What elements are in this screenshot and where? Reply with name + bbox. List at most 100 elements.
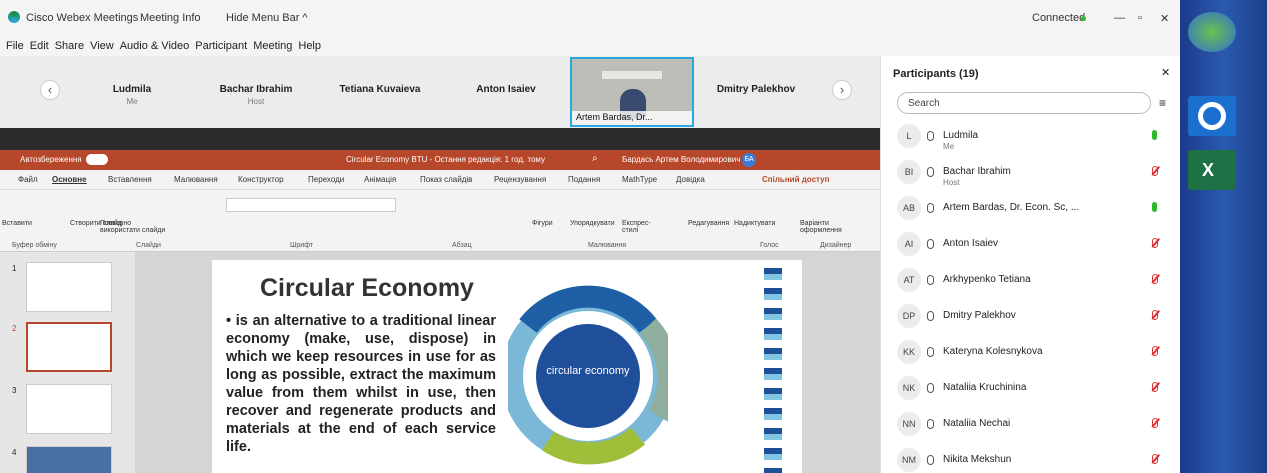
participant-row[interactable]: AT Arkhypenko Tetiana [897,266,1167,302]
tab-draw[interactable]: Малювання [174,175,218,184]
microphone-active-icon[interactable] [1152,130,1157,140]
ppt-title-bar: Автозбереження Circular Economy BTU - Ос… [0,150,880,170]
editing-button[interactable]: Редагування [688,220,729,227]
tab-animations[interactable]: Анімація [364,175,396,184]
ppt-ribbon: Вставити Створити слайд Повторно викорис… [0,190,880,252]
reuse-slides-button[interactable]: Повторно використати слайди [100,220,170,234]
autosave-toggle[interactable] [86,154,108,165]
video-tile-dmitry[interactable]: Dmitry Palekhov [696,84,816,95]
design-ideas-button[interactable]: Варіанти оформлення [800,220,848,234]
participant-row[interactable]: AI Anton Isaiev [897,230,1167,266]
tab-transitions[interactable]: Переходи [308,175,344,184]
sort-icon[interactable]: ≡ [1159,96,1166,110]
autosave-label: Автозбереження [20,155,82,164]
slide-thumbnail-1[interactable] [26,262,112,312]
audio-connected-icon [927,239,934,249]
menu-meeting[interactable]: Meeting [253,36,292,56]
strip-prev-button[interactable]: ‹ [40,80,60,100]
participant-row[interactable]: L Ludmila Me [897,122,1167,158]
shapes-button[interactable]: Фігури [532,220,553,227]
webex-taskbar-icon[interactable] [1188,96,1236,136]
close-panel-button[interactable]: ✕ [1161,66,1170,79]
app-title: Cisco Webex Meetings [26,12,139,24]
avatar: AI [897,232,921,256]
tab-home[interactable]: Основне [52,175,87,184]
participant-row[interactable]: KK Kateryna Kolesnykova [897,338,1167,374]
font-name-select[interactable] [226,198,396,212]
share-button[interactable]: Спільний доступ [762,175,829,184]
video-tile-ludmila[interactable]: Ludmila Me [72,84,192,106]
participant-row[interactable]: NN Nataliia Nechai [897,410,1167,446]
tab-help[interactable]: Довідка [676,175,705,184]
video-tile-bachar[interactable]: Bachar Ibrahim Host [196,84,316,106]
microphone-active-icon[interactable] [1152,202,1157,212]
hide-menu-bar-button[interactable]: Hide Menu Bar ^ [226,12,308,24]
microphone-muted-icon[interactable] [1152,346,1158,356]
participant-name: Bachar Ibrahim [943,166,1011,177]
dictate-button[interactable]: Надиктувати [734,220,775,227]
avatar: L [897,124,921,148]
strip-next-button[interactable]: › [832,80,852,100]
participant-name: Dmitry Palekhov [943,310,1016,321]
tab-slideshow[interactable]: Показ слайдів [420,175,472,184]
active-speaker-video[interactable]: Artem Bardas, Dr... [570,57,694,127]
video-tile-tetiana[interactable]: Tetiana Kuvaieva [320,84,440,95]
diagram-center-label: circular economy [546,365,630,377]
slide-thumbnail-3[interactable] [26,384,112,434]
arrange-button[interactable]: Упорядкувати [570,220,615,227]
tab-mathtype[interactable]: MathType [622,175,657,184]
video-background [602,71,662,79]
excel-taskbar-icon[interactable]: X [1188,150,1236,190]
microphone-muted-icon[interactable] [1152,166,1158,176]
menu-help[interactable]: Help [298,36,321,56]
participant-search-input[interactable]: Search [897,92,1151,114]
group-voice: Голос [760,242,779,249]
quick-styles-button[interactable]: Експрес-стилі [622,220,662,234]
search-placeholder: Search [908,98,940,109]
minimize-button[interactable]: — [1114,12,1125,24]
menu-audio-video[interactable]: Audio & Video [120,36,190,56]
group-paragraph: Абзац [452,242,472,249]
video-tile-anton[interactable]: Anton Isaiev [446,84,566,95]
current-slide[interactable]: Circular Economy • is an alternative to … [212,260,802,473]
participant-row[interactable]: NK Nataliia Kruchinina [897,374,1167,410]
tab-design[interactable]: Конструктор [238,175,284,184]
diagram-segment-design [519,285,657,334]
participants-panel: Participants (19) ✕ Search ≡ L Ludmila Me B… [880,56,1180,473]
menu-view[interactable]: View [90,36,114,56]
restore-button[interactable]: ▫ [1138,12,1142,24]
tab-view[interactable]: Подання [568,175,600,184]
video-strip: ‹ Ludmila Me Bachar Ibrahim Host Tetiana K… [0,56,880,128]
share-separator [0,128,880,150]
microphone-muted-icon[interactable] [1152,274,1158,284]
audio-connected-icon [927,347,934,357]
participant-row[interactable]: BI Bachar Ibrahim Host [897,158,1167,194]
slide-thumbnail-2[interactable] [26,322,112,372]
ppt-search-icon[interactable]: ⌕ [592,153,598,164]
avatar: AB [897,196,921,220]
participant-name: Nataliia Kruchinina [943,382,1027,393]
microphone-muted-icon[interactable] [1152,238,1158,248]
microphone-muted-icon[interactable] [1152,382,1158,392]
meeting-info-button[interactable]: Meeting Info [140,12,201,24]
microphone-muted-icon[interactable] [1152,454,1158,464]
microphone-muted-icon[interactable] [1152,418,1158,428]
tab-insert[interactable]: Вставлення [108,175,152,184]
participant-row[interactable]: DP Dmitry Palekhov [897,302,1167,338]
slide-thumbnail-4[interactable] [26,446,112,473]
thumb-number-4: 4 [12,448,17,457]
menu-edit[interactable]: Edit [30,36,49,56]
menu-file[interactable]: File [6,36,24,56]
user-avatar[interactable]: БА [742,153,756,167]
participant-row[interactable]: NM Nikita Mekshun [897,446,1167,473]
start-button-icon[interactable] [1188,12,1236,52]
menu-participant[interactable]: Participant [195,36,247,56]
microphone-muted-icon[interactable] [1152,310,1158,320]
participant-row[interactable]: AB Artem Bardas, Dr. Econ. Sc, ... [897,194,1167,230]
paste-button[interactable]: Вставити [2,220,32,227]
close-window-button[interactable]: ✕ [1160,12,1169,25]
menu-share[interactable]: Share [55,36,84,56]
tab-review[interactable]: Рецензування [494,175,546,184]
tab-file[interactable]: Файл [18,175,38,184]
slide-title: Circular Economy [260,274,474,302]
